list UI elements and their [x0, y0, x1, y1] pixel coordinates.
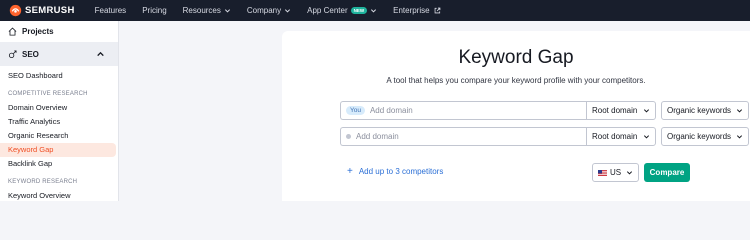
chevron-down-icon	[626, 171, 633, 175]
root-domain-select[interactable]: Root domain	[586, 101, 656, 120]
root-domain-select[interactable]: Root domain	[586, 127, 656, 146]
you-badge: You	[346, 106, 365, 115]
nav-app-center[interactable]: App Center NEW	[307, 6, 377, 15]
root-domain-select-value: Root domain	[592, 132, 638, 141]
semrush-logo-icon	[9, 4, 22, 17]
chevron-down-icon	[224, 9, 230, 13]
chevron-down-icon	[736, 109, 743, 113]
us-flag-icon	[598, 169, 607, 176]
sidebar-projects-label: Projects	[22, 27, 54, 36]
sidebar: Projects SEO SEO Dashboard COMPETITIVE R…	[0, 21, 119, 201]
competitor-domain-input[interactable]: Add domain	[340, 127, 586, 146]
country-select[interactable]: US	[592, 163, 639, 182]
chevron-down-icon	[285, 9, 291, 13]
nav-resources-label: Resources	[182, 6, 221, 15]
domain-placeholder: Add domain	[356, 132, 399, 141]
home-icon	[8, 27, 17, 36]
sidebar-item-traffic-analytics[interactable]: Traffic Analytics	[0, 115, 118, 129]
compare-button[interactable]: Compare	[644, 163, 690, 182]
external-link-icon	[434, 7, 440, 14]
page-subtitle: A tool that helps you compare your keywo…	[386, 76, 646, 85]
sidebar-seo-toggle[interactable]: SEO	[0, 42, 118, 66]
nav-enterprise[interactable]: Enterprise	[393, 6, 440, 15]
new-badge: NEW	[350, 7, 368, 14]
plus-icon: +	[347, 165, 353, 177]
keyword-type-select[interactable]: Organic keywords	[661, 127, 749, 146]
sidebar-item-keyword-overview[interactable]: Keyword Overview	[0, 189, 118, 203]
nav-app-center-label: App Center	[307, 6, 348, 15]
nav-company[interactable]: Company	[247, 6, 291, 15]
sidebar-projects[interactable]: Projects	[0, 21, 118, 42]
your-domain-input[interactable]: You Add domain	[340, 101, 586, 120]
sidebar-seo-label: SEO	[22, 49, 39, 59]
add-competitors-link[interactable]: + Add up to 3 competitors	[347, 165, 444, 177]
seo-icon	[8, 49, 17, 58]
keyword-type-select-value: Organic keywords	[667, 132, 732, 141]
chevron-down-icon	[643, 135, 650, 139]
nav-features-label: Features	[94, 6, 127, 15]
top-nav: SEMRUSH Features Pricing Resources Compa…	[0, 0, 750, 21]
brand-name: SEMRUSH	[25, 5, 75, 16]
keyword-type-select-value: Organic keywords	[667, 106, 732, 115]
sidebar-item-organic-research[interactable]: Organic Research	[0, 129, 118, 143]
nav-enterprise-label: Enterprise	[393, 6, 430, 15]
keyword-type-select[interactable]: Organic keywords	[661, 101, 749, 120]
sidebar-item-domain-overview[interactable]: Domain Overview	[0, 101, 118, 115]
chevron-up-icon	[97, 51, 104, 56]
chevron-down-icon	[371, 9, 377, 13]
domain-row-competitor: Add domain Root domain Organic keywords	[340, 127, 749, 146]
nav-resources[interactable]: Resources	[183, 6, 231, 15]
sidebar-item-keyword-gap[interactable]: Keyword Gap	[0, 143, 116, 157]
chevron-down-icon	[736, 135, 743, 139]
keyword-gap-card: Keyword Gap A tool that helps you compar…	[282, 31, 750, 201]
page-title: Keyword Gap	[458, 47, 574, 68]
root-domain-select-value: Root domain	[592, 106, 638, 115]
nav-pricing[interactable]: Pricing	[142, 6, 166, 15]
sidebar-item-seo-dashboard[interactable]: SEO Dashboard	[0, 69, 118, 83]
nav-features[interactable]: Features	[95, 6, 127, 15]
semrush-logo[interactable]: SEMRUSH	[9, 4, 75, 17]
nav-pricing-label: Pricing	[142, 6, 167, 15]
nav-company-label: Company	[246, 6, 282, 15]
sidebar-section-keyword-research: KEYWORD RESEARCH	[8, 179, 78, 185]
chevron-down-icon	[643, 109, 650, 113]
country-select-value: US	[610, 168, 622, 177]
sidebar-item-backlink-gap[interactable]: Backlink Gap	[0, 157, 118, 171]
competitor-dot-icon	[346, 134, 351, 139]
domain-placeholder: Add domain	[369, 106, 413, 115]
domain-row-you: You Add domain Root domain Organic keywo…	[340, 101, 749, 120]
add-competitors-label: Add up to 3 competitors	[358, 167, 444, 176]
sidebar-section-competitive-research: COMPETITIVE RESEARCH	[8, 91, 88, 97]
